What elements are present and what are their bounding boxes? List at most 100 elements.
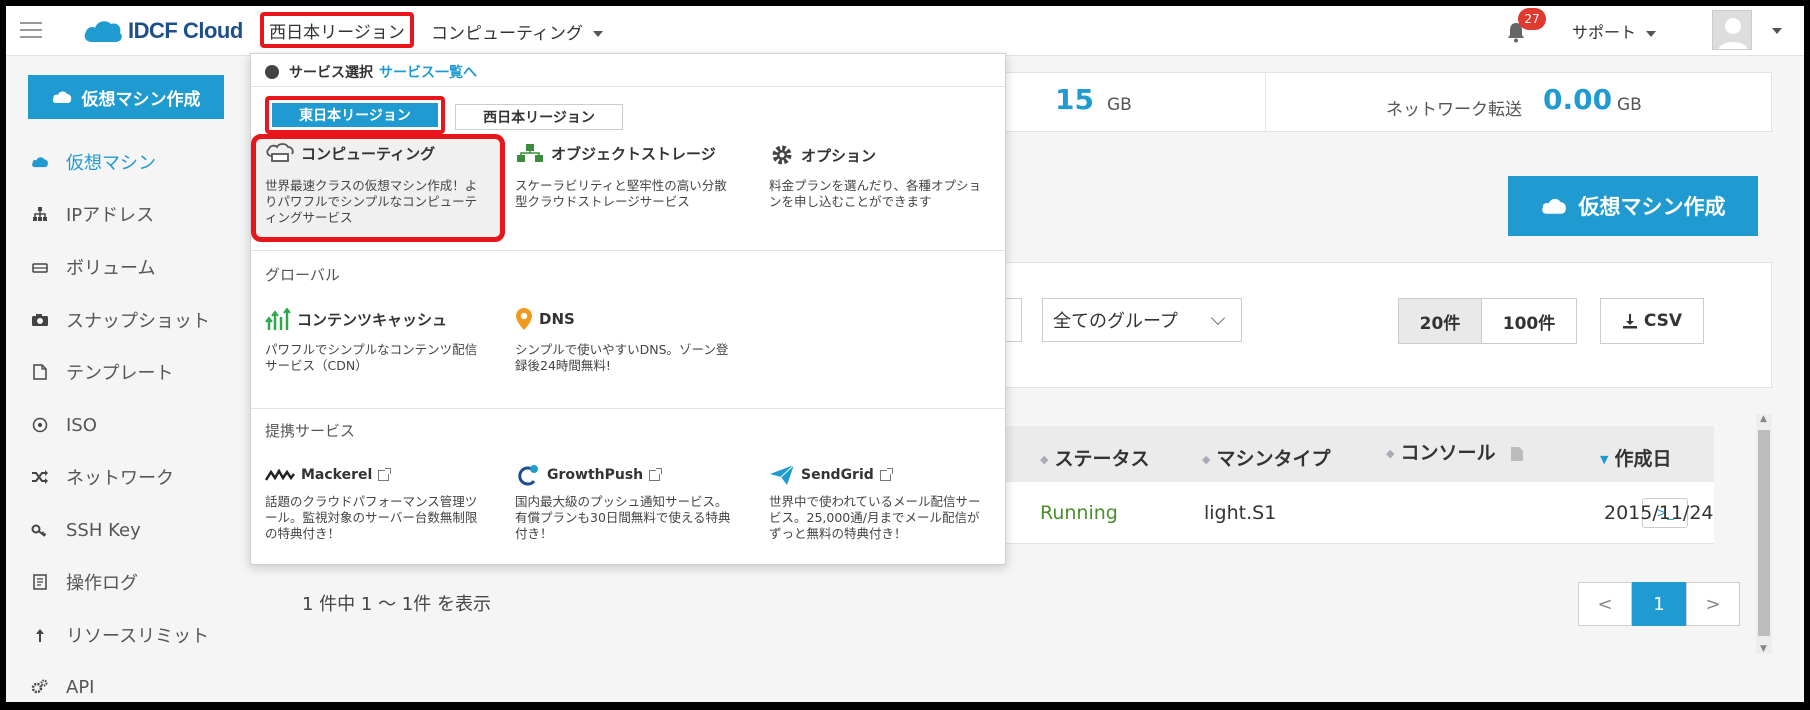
sidebar-item-api[interactable]: API bbox=[30, 672, 94, 702]
page-size-100-button[interactable]: 100件 bbox=[1481, 298, 1577, 344]
external-link-icon bbox=[649, 467, 663, 481]
service-object-storage-title: オブジェクトストレージ bbox=[515, 140, 737, 166]
service-computing-desc: 世界最速クラスの仮想マシン作成！よりパワフルでシンプルなコンピューティングサービ… bbox=[265, 178, 478, 225]
page-size-20-button[interactable]: 20件 bbox=[1398, 298, 1482, 344]
transfer-stat-label: ネットワーク転送 bbox=[1386, 100, 1522, 120]
sidebar-item-ssh-key[interactable]: SSH Key bbox=[30, 515, 141, 545]
service-dns[interactable]: DNS シンプルで使いやすいDNS。ゾーン登録後24時間無料! bbox=[515, 306, 737, 374]
support-menu[interactable]: サポート bbox=[1572, 19, 1657, 43]
pager-next-button[interactable]: > bbox=[1686, 582, 1740, 626]
service-computing[interactable]: コンピューティング 世界最速クラスの仮想マシン作成！よりパワフルでシンプルなコン… bbox=[265, 140, 487, 226]
cloud-icon bbox=[1541, 198, 1566, 214]
service-select-dropdown: サービス選択 サービス一覧へ 東日本リージョン 西日本リージョン コンピューティ… bbox=[250, 53, 1006, 565]
column-created-label: 作成日 bbox=[1614, 448, 1672, 470]
notification-badge: 27 bbox=[1518, 8, 1546, 30]
service-list-link[interactable]: サービス一覧へ bbox=[379, 62, 477, 82]
globe-icon bbox=[265, 65, 279, 79]
sidebar-item-ip[interactable]: IPアドレス bbox=[30, 199, 154, 229]
avatar[interactable] bbox=[1712, 10, 1752, 50]
sidebar-item-iso[interactable]: ISO bbox=[30, 410, 97, 440]
sidebar-item-snapshot[interactable]: スナップショット bbox=[30, 305, 210, 335]
sidebar-item-network[interactable]: ネットワーク bbox=[30, 462, 174, 492]
tab-east-region-label: 東日本リージョン bbox=[272, 103, 438, 127]
service-sendgrid-title: SendGrid bbox=[769, 462, 991, 488]
hdd-icon bbox=[30, 261, 50, 273]
cloud-icon bbox=[30, 156, 50, 168]
avatar-caret-icon[interactable] bbox=[1772, 28, 1782, 34]
cloud-icon bbox=[52, 91, 71, 103]
scroll-down-icon[interactable]: ▼ bbox=[1760, 644, 1767, 654]
column-status-label: ステータス bbox=[1054, 448, 1150, 470]
top-header: IDCF Cloud 西日本リージョン コンピューティング 27 サポート bbox=[6, 6, 1804, 56]
sidebar-item-resource-limit[interactable]: リソースリミット bbox=[30, 620, 209, 650]
volume-stat-value: 15 bbox=[1055, 83, 1094, 116]
global-section-label: グローバル bbox=[265, 266, 340, 284]
group-select[interactable]: 全てのグループ bbox=[1042, 298, 1242, 342]
key-icon bbox=[30, 523, 50, 537]
sidebar-item-label: IPアドレス bbox=[66, 205, 155, 226]
service-mackerel-desc: 話題のクラウドパフォーマンス管理ツール。監視対象のサーバー台数無制限の特典付き！ bbox=[265, 494, 478, 541]
service-option[interactable]: オプション 料金プランを選んだり、各種オプションを申し込むことができます bbox=[769, 142, 991, 210]
vertical-scrollbar[interactable]: ▲ ▼ bbox=[1756, 414, 1772, 654]
scroll-up-icon[interactable]: ▲ bbox=[1760, 414, 1767, 424]
service-growthpush[interactable]: GrowthPush 国内最大級のプッシュ通知サービス。有償プランも30日間無料… bbox=[515, 462, 737, 542]
create-vm-main-button[interactable]: 仮想マシン作成 bbox=[1508, 176, 1758, 236]
sidebar-item-log[interactable]: 操作ログ bbox=[30, 567, 138, 597]
tab-east-region[interactable]: 東日本リージョン bbox=[265, 96, 445, 134]
service-computing-label: コンピューティング bbox=[301, 144, 436, 163]
service-sendgrid-desc: 世界中で使われているメール配信サービス。25,000通/月までメール配信がずっと… bbox=[769, 494, 981, 541]
csv-download-button[interactable]: CSV bbox=[1600, 298, 1704, 344]
service-object-storage[interactable]: オブジェクトストレージ スケーラビリティと堅牢性の高い分散型クラウドストレージサ… bbox=[515, 140, 737, 210]
service-mackerel-title: Mackerel bbox=[265, 462, 487, 488]
file-icon bbox=[30, 364, 50, 380]
cloud-server-icon bbox=[266, 143, 294, 162]
sort-icon: ◆ bbox=[1386, 447, 1395, 460]
sidebar-item-label: ネットワーク bbox=[66, 468, 174, 489]
row-created: 2015/11/24 bbox=[1604, 502, 1714, 524]
support-menu-label: サポート bbox=[1572, 23, 1637, 42]
disc-icon bbox=[30, 417, 50, 433]
divider bbox=[251, 250, 1005, 251]
growthpush-logo-icon bbox=[518, 465, 538, 486]
sidebar-item-label: API bbox=[66, 676, 95, 698]
gears-icon bbox=[30, 679, 50, 695]
service-sendgrid[interactable]: SendGrid 世界中で使われているメール配信サービス。25,000通/月まで… bbox=[769, 462, 991, 542]
hamburger-menu-icon[interactable] bbox=[20, 22, 42, 38]
service-mackerel[interactable]: Mackerel 話題のクラウドパフォーマンス管理ツール。監視対象のサーバー台数… bbox=[265, 462, 487, 542]
sidebar-item-volume[interactable]: ボリューム bbox=[30, 252, 155, 282]
service-dns-title: DNS bbox=[515, 306, 737, 332]
column-status[interactable]: ◆ ステータス bbox=[1040, 444, 1149, 471]
tab-west-region[interactable]: 西日本リージョン bbox=[455, 104, 623, 130]
sidebar-item-label: SSH Key bbox=[66, 519, 141, 541]
sort-icon: ◆ bbox=[1202, 453, 1211, 466]
brand-logo[interactable]: IDCF Cloud bbox=[82, 14, 243, 48]
service-growthpush-desc: 国内最大級のプッシュ通知サービス。有償プランも30日間無料で使える特典付き！ bbox=[515, 494, 731, 541]
column-created[interactable]: ▼ 作成日 bbox=[1600, 444, 1671, 471]
cloud-logo-icon bbox=[84, 21, 122, 42]
pager-prev-button[interactable]: < bbox=[1578, 582, 1632, 626]
service-content-cache[interactable]: コンテンツキャッシュ パワフルでシンプルなコンテンツ配信サービス（CDN） bbox=[265, 306, 487, 374]
service-option-title: オプション bbox=[769, 142, 991, 168]
scrollbar-thumb[interactable] bbox=[1758, 430, 1770, 636]
service-content-cache-title: コンテンツキャッシュ bbox=[265, 306, 487, 332]
service-content-cache-label: コンテンツキャッシュ bbox=[297, 310, 448, 329]
column-machine-type[interactable]: ◆ マシンタイプ bbox=[1202, 444, 1330, 471]
sidebar-item-label: テンプレート bbox=[66, 363, 174, 384]
arrow-up-icon bbox=[30, 627, 50, 643]
create-vm-sidebar-button[interactable]: 仮想マシン作成 bbox=[28, 75, 224, 119]
external-link-icon bbox=[378, 467, 392, 481]
app-window: IDCF Cloud 西日本リージョン コンピューティング 27 サポート 仮想… bbox=[6, 6, 1804, 702]
region-selector-button[interactable]: 西日本リージョン bbox=[260, 12, 414, 48]
sidebar-item-label: ボリューム bbox=[66, 258, 156, 279]
sidebar-item-label: リソースリミット bbox=[66, 626, 210, 647]
sidebar-item-vm[interactable]: 仮想マシン bbox=[30, 147, 156, 177]
sort-icon: ◆ bbox=[1040, 453, 1049, 466]
pager-page-1[interactable]: 1 bbox=[1632, 582, 1686, 626]
object-storage-icon bbox=[517, 144, 543, 162]
column-console[interactable]: ◆ コンソール bbox=[1386, 438, 1524, 465]
volume-stat-unit: GB bbox=[1107, 95, 1132, 115]
sidebar-item-template[interactable]: テンプレート bbox=[30, 357, 173, 387]
computing-menu[interactable]: コンピューティング bbox=[431, 19, 603, 44]
partner-section-label: 提携サービス bbox=[265, 422, 356, 440]
service-growthpush-label: GrowthPush bbox=[547, 467, 644, 483]
